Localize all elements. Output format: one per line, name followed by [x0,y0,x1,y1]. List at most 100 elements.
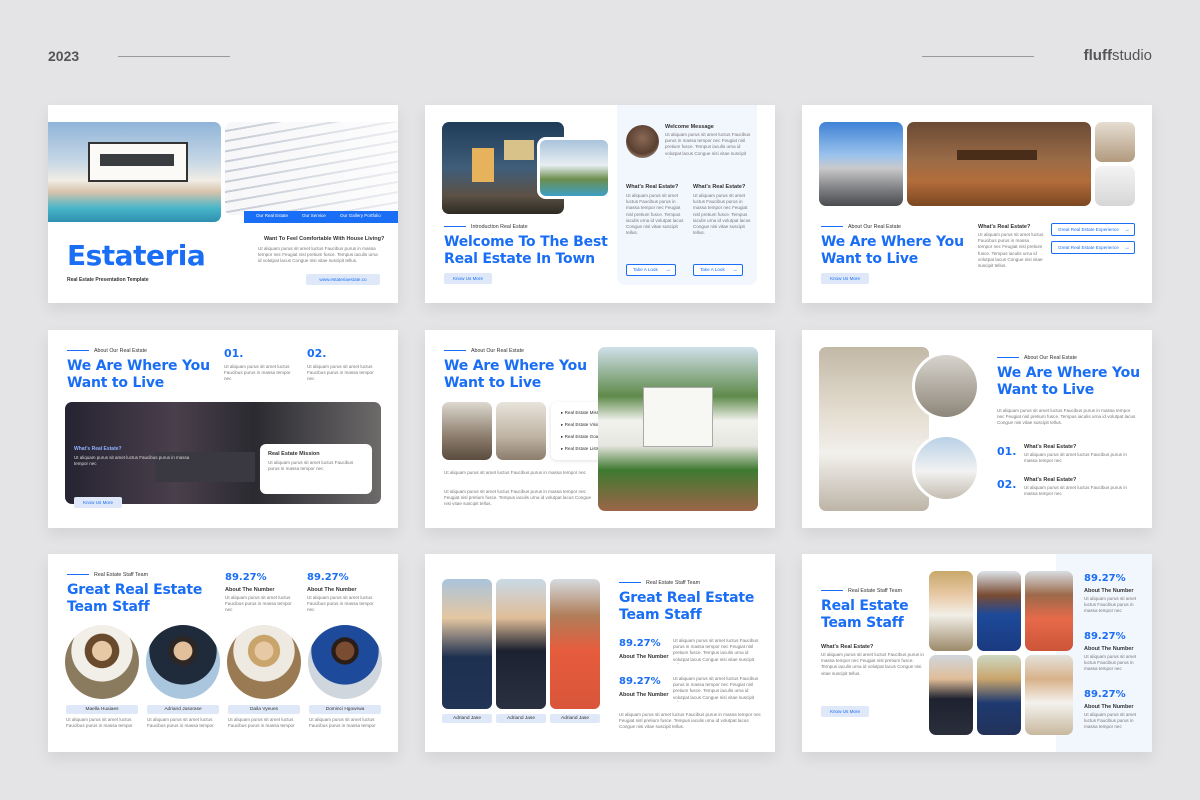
s5-paragraph-2: Ut aliquam purus sit amet luctus Faucibu… [444,489,591,507]
s3-paragraph: Ut aliquam purus sit amet luctus Faucibu… [978,232,1044,269]
s4-mission-paragraph: Ut aliquam purus sit amet luctus Faucibu… [268,460,354,472]
s8-paragraph-3: Ut aliquam purus sit amet luctus Faucibu… [619,712,761,730]
chandelier-thumb-photo [1095,166,1135,206]
s8-paragraph-1: Ut aliquam purus sit amet luctus Faucibu… [673,638,759,664]
grey-house-photo [819,122,903,206]
s5-list-item-2[interactable]: ▸ Real Estate Goals [561,434,602,440]
s3-title: We Are Where You Want to Live [821,234,964,267]
slide-8-team[interactable]: Adriand Jase Adriand Jase Adriand Jase R… [425,554,775,752]
s2-take-look-button-1[interactable]: Take A Look [626,264,676,276]
staff-portrait-3 [550,579,600,709]
s7-paragraph-1: Ut aliquam purus sit amet luctus Faucibu… [225,595,292,613]
slide-1-cover[interactable]: Our Real Estate Our Service Our Gallery … [48,105,398,303]
team-photo-3 [1025,571,1073,651]
s9-paragraph-1: Ut aliquam purus sit amet luctus Faucibu… [1084,596,1137,614]
s9-label-3: About The Number [1084,704,1134,710]
staff-name-4: Dominci Hgowrwa [309,705,381,714]
s4-overlay-text: What's Real Estate? Ut aliquam purus sit… [74,446,204,473]
s2-paragraph-2: Ut aliquam purus sit amet luctus Faucibu… [693,193,751,236]
s9-question: What's Real Estate? [821,644,874,650]
slide-7-team[interactable]: Real Estate Staff Team Great Real Estate… [48,554,398,752]
cover-title: Estateria [67,239,206,272]
kitchen-wide-photo [819,347,929,511]
s4-paragraph-1: Ut aliquam purus sit amet luctus Faucibu… [224,364,291,382]
s8-title: Great Real Estate Team Staff [619,590,755,623]
s9-label-2: About The Number [1084,646,1134,652]
s5-list-item-3[interactable]: ▸ Real Estate Lists [561,446,599,452]
s6-number-2: 02. [997,478,1017,491]
s6-title: We Are Where You Want to Live [997,365,1140,398]
slide-2-welcome[interactable]: Introduction Real Estate Welcome To The … [425,105,775,303]
s2-take-look-button-2[interactable]: Take A Look [693,264,743,276]
s5-paragraph-1: Ut aliquam purus sit amet luctus Faucibu… [444,470,586,475]
s4-mission-heading: Real Estate Mission [268,451,320,457]
s9-paragraph: Ut aliquam purus sit amet luctus Faucibu… [821,652,924,676]
modern-house-photo [537,137,611,199]
s6-paragraph: Ut aliquam purus sit amet luctus Faucibu… [997,408,1136,426]
s7-title: Great Real Estate Team Staff [67,582,203,615]
s5-list-item-1[interactable]: ▸ Real Estate Vision [561,422,602,428]
slide-4-about[interactable]: About Our Real Estate We Are Where You W… [48,330,398,528]
s2-know-more-button[interactable]: Know Us More [444,273,492,284]
s2-question-1: What's Real Estate? [626,184,679,190]
kitchen-photo [442,402,492,460]
nav-item-0[interactable]: Our Real Estate [256,213,288,218]
s3-experience-button-2[interactable]: Great Real Estate Experience [1051,241,1135,254]
s9-label-1: About The Number [1084,588,1134,594]
welcome-avatar [626,125,659,158]
s9-know-more-button[interactable]: Know Us More [821,706,869,717]
staff-desc-2: Ut aliquam purus sit amet luctus Faucibu… [147,717,214,730]
s8-label-1: About The Number [619,654,669,660]
s8-label-2: About The Number [619,692,669,698]
s8-percent-1: 89.27% [619,638,661,649]
s7-label-1: About The Number [225,587,275,593]
s3-know-more-button[interactable]: Know Us More [821,273,869,284]
team-photo-2 [977,571,1021,651]
s4-number-1: 01. [224,347,244,360]
header-line-right [922,56,1034,57]
s3-experience-button-1[interactable]: Great Real Estate Experience [1051,223,1135,236]
s4-overlay-paragraph: Ut aliquam purus sit amet luctus Faucibu… [74,455,190,466]
staff-desc-1: Ut aliquam purus sit amet luctus Faucibu… [66,717,133,730]
s7-subtitle: Real Estate Staff Team [67,572,148,578]
s8-paragraph-2: Ut aliquam purus sit amet luctus Faucibu… [673,676,759,702]
s8-percent-2: 89.27% [619,676,661,687]
portrait-name-2: Adriand Jase [496,714,546,723]
slide-5-about[interactable]: About Our Real Estate We Are Where You W… [425,330,775,528]
cover-subtitle: Real Estate Presentation Template [67,277,149,283]
s4-title: We Are Where You Want to Live [67,358,210,391]
portrait-name-3: Adriand Jase [550,714,600,723]
welcome-paragraph: Ut aliquam purus sit amet luctus Faucibu… [665,132,751,158]
team-photo-6 [1025,655,1073,735]
s6-number-1: 01. [997,445,1017,458]
tropical-house-photo [598,347,758,511]
slide-3-about[interactable]: About Our Real Estate We Are Where You W… [802,105,1152,303]
tower-photo [225,122,398,215]
slide-6-about[interactable]: About Our Real Estate We Are Where You W… [802,330,1152,528]
staff-name-1: Maella Huaiaes [66,705,138,714]
slide-9-team[interactable]: Real Estate Staff Team Real Estate Team … [802,554,1152,752]
s9-paragraph-3: Ut aliquam purus sit amet luctus Faucibu… [1084,712,1137,730]
s7-paragraph-2: Ut aliquam purus sit amet luctus Faucibu… [307,595,374,613]
s6-subtitle: About Our Real Estate [997,355,1077,361]
s3-question: What's Real Estate? [978,224,1031,230]
portrait-name-1: Adriand Jase [442,714,492,723]
website-button[interactable]: www.estateriaestate.co [306,274,380,285]
nav-item-1[interactable]: Our Service [302,213,326,218]
staff-portrait-2 [496,579,546,709]
villa-photo [48,122,221,222]
s2-subtitle: Introduction Real Estate [444,224,528,230]
s7-label-2: About The Number [307,587,357,593]
nav-item-2[interactable]: Our Gallery Portfolio [340,213,381,218]
nav-bar: Our Real Estate Our Service Our Gallery … [244,211,398,223]
cover-question: Want To Feel Comfortable With House Livi… [264,236,385,242]
team-photo-5 [977,655,1021,735]
year-label: 2023 [48,48,80,64]
round-living-photo [912,352,980,420]
s3-subtitle: About Our Real Estate [821,224,901,230]
staff-desc-4: Ut aliquam purus sit amet luctus Faucibu… [309,717,376,730]
s4-know-more-button[interactable]: Know Us More [74,497,122,508]
s6-question-2: What's Real Estate? [1024,477,1077,483]
s9-paragraph-2: Ut aliquam purus sit amet luctus Faucibu… [1084,654,1137,672]
s2-question-2: What's Real Estate? [693,184,746,190]
